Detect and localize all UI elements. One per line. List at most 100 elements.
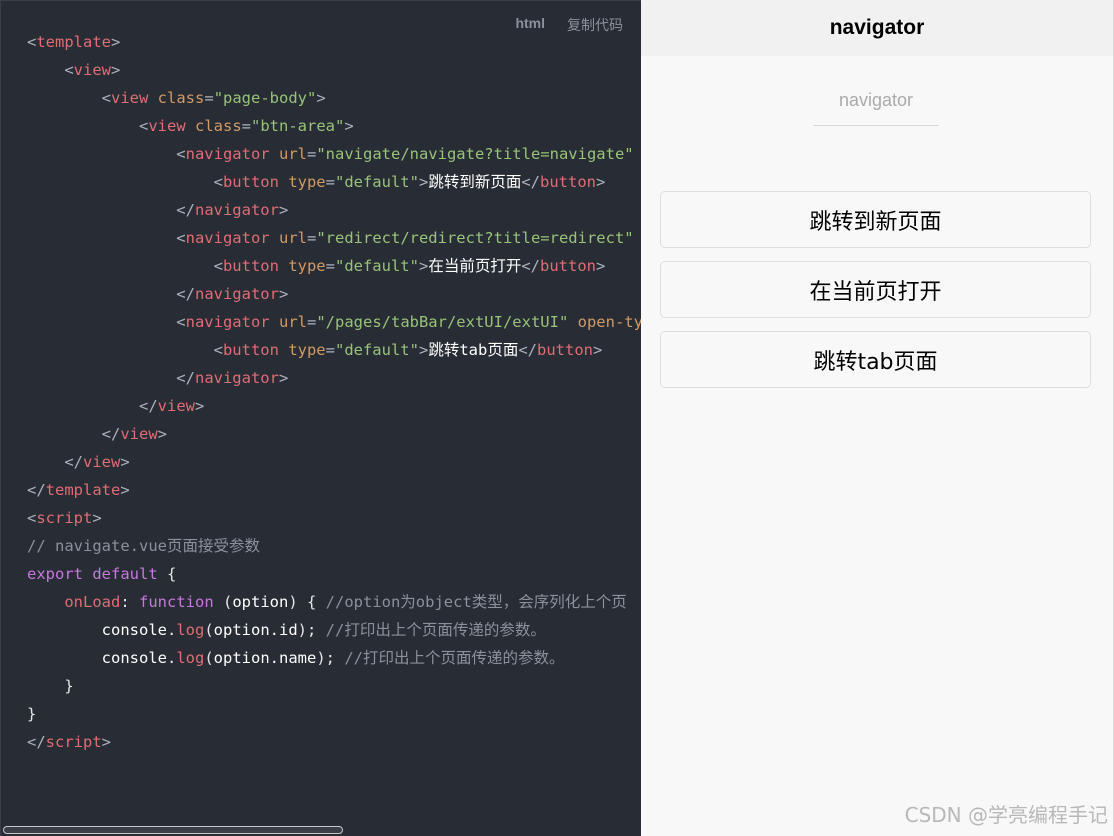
code-token: : <box>120 593 139 611</box>
code-token: option <box>232 593 289 611</box>
preview-panel: navigator navigator 跳转到新页面 在当前页打开 跳转tab页… <box>641 0 1114 836</box>
nav-title: navigator <box>829 16 925 39</box>
code-token: </ <box>27 425 121 443</box>
code-token: < <box>27 89 111 107</box>
code-line: console.log(option.name); //打印出上个页面传递的参数… <box>27 644 641 672</box>
code-token: "default" <box>334 341 419 359</box>
code-line: </script> <box>27 728 641 756</box>
code-token: "redirect/redirect?title=redirect" <box>316 229 634 247</box>
code-token: view <box>111 89 149 107</box>
switch-tab-page-button[interactable]: 跳转tab页面 <box>660 331 1091 388</box>
code-token: type <box>288 341 326 359</box>
code-token: </ <box>27 397 158 415</box>
code-token: navigator <box>185 313 270 331</box>
code-token: > <box>194 397 205 415</box>
code-token: navigator <box>194 285 279 303</box>
code-token: = <box>306 313 317 331</box>
code-token: > <box>120 481 130 499</box>
code-token: template <box>36 33 111 51</box>
code-line: </navigator> <box>27 364 641 392</box>
code-line: export default { <box>27 560 641 588</box>
code-token: = <box>325 173 335 191</box>
code-token: type <box>288 257 326 275</box>
code-token: </ <box>521 173 541 191</box>
code-line: <button type="default">在当前页打开</button> <box>27 252 641 280</box>
code-line: } <box>27 700 641 728</box>
code-token: function <box>139 593 214 611</box>
code-token: class <box>157 89 205 107</box>
code-token: navigator <box>185 145 270 163</box>
code-token: ); <box>316 649 345 667</box>
code-token: view <box>83 453 121 471</box>
code-token: </ <box>27 481 46 499</box>
code-token: onLoad <box>64 593 121 611</box>
code-token: < <box>27 117 149 135</box>
code-token: url <box>278 145 307 163</box>
code-line: </view> <box>27 420 641 448</box>
code-line: </view> <box>27 448 641 476</box>
code-token: > <box>316 89 326 107</box>
redirect-current-page-button[interactable]: 在当前页打开 <box>660 261 1091 318</box>
page-head-title: navigator <box>812 90 940 126</box>
code-line: <template> <box>27 28 641 56</box>
code-token: "btn-area" <box>251 117 345 135</box>
code-token: ) { <box>288 593 326 611</box>
code-token: ); <box>297 621 326 639</box>
code-block: <template> <view> <view class="page-body… <box>27 28 641 756</box>
code-token: button <box>540 173 597 191</box>
code-token: open-ty <box>577 313 641 331</box>
code-line: </template> <box>27 476 641 504</box>
code-token: > <box>120 453 130 471</box>
code-panel: html 复制代码 <template> <view> <view class=… <box>0 0 641 836</box>
code-token: "page-body" <box>213 89 317 107</box>
code-line: <view class="page-body"> <box>27 84 641 112</box>
code-token: </ <box>27 369 195 387</box>
code-token: view <box>120 425 158 443</box>
code-token: ( <box>213 593 233 611</box>
code-line: <view class="btn-area"> <box>27 112 641 140</box>
code-token: { <box>157 565 177 583</box>
code-line: </view> <box>27 392 641 420</box>
code-token: < <box>27 313 186 331</box>
code-token: //打印出上个页面传递的参数。 <box>344 649 565 667</box>
code-line: <button type="default">跳转tab页面</button> <box>27 336 641 364</box>
code-token: button <box>222 173 279 191</box>
code-line: console.log(option.id); //打印出上个页面传递的参数。 <box>27 616 641 644</box>
code-token: < <box>27 229 186 247</box>
code-token: view <box>148 117 186 135</box>
code-token: option.name <box>213 649 317 667</box>
code-token: type <box>288 173 326 191</box>
code-token: = <box>204 89 214 107</box>
code-token: </ <box>521 257 541 275</box>
horizontal-scrollbar[interactable] <box>3 826 343 834</box>
code-token: log <box>176 621 205 639</box>
code-token: > <box>101 733 112 751</box>
code-token: > <box>278 285 289 303</box>
code-token: = <box>325 257 335 275</box>
code-token: > <box>418 257 429 275</box>
code-token: //option为object类型，会序列化上个页 <box>325 593 627 611</box>
code-token: = <box>325 341 335 359</box>
code-token: > <box>596 257 606 275</box>
code-token: = <box>306 229 317 247</box>
code-line: </navigator> <box>27 280 641 308</box>
code-token: button <box>222 257 279 275</box>
code-token: < <box>27 173 223 191</box>
code-line: <navigator url="navigate/navigate?title=… <box>27 140 641 168</box>
code-token: </ <box>518 341 537 359</box>
navigate-new-page-button[interactable]: 跳转到新页面 <box>660 191 1091 248</box>
code-line: onLoad: function (option) { //option为obj… <box>27 588 641 616</box>
code-token: > <box>344 117 354 135</box>
code-token: ( <box>204 621 214 639</box>
code-token: > <box>593 341 603 359</box>
code-token: = <box>306 145 317 163</box>
code-token: > <box>278 369 289 387</box>
code-token: // navigate.vue页面接受参数 <box>27 537 260 555</box>
